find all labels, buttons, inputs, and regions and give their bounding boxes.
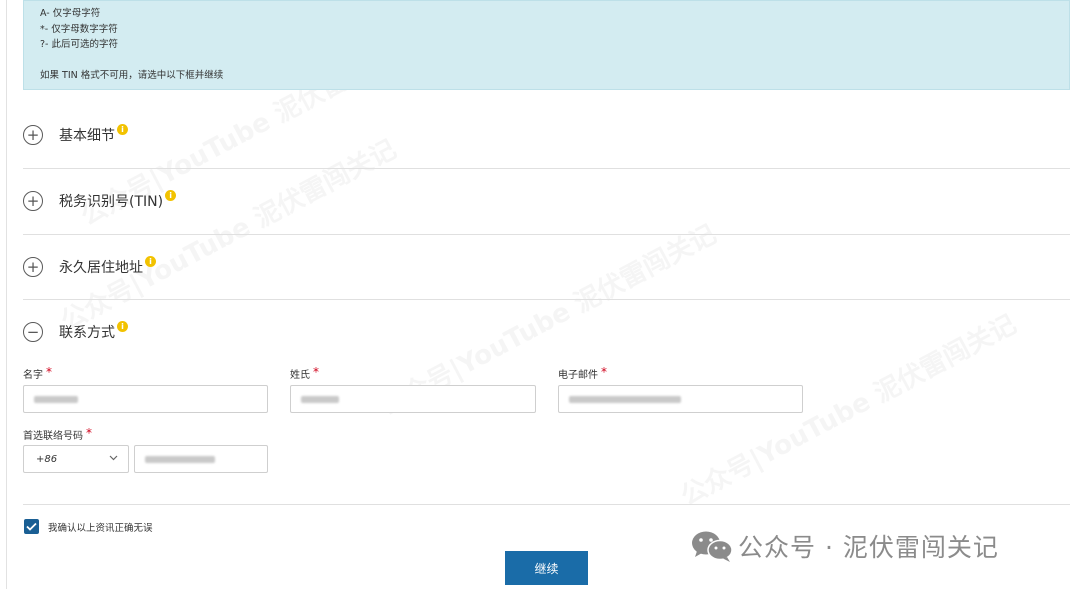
info-line-optional: ?- 此后可选的字符 [40,39,118,50]
email-label: 电子邮件 * [558,365,607,381]
section-tin: + 税务识别号(TIN) i [23,183,1070,219]
first-name-label: 名字 * [23,365,52,381]
email-label-text: 电子邮件 [558,370,598,381]
phone-input[interactable] [134,445,268,473]
section-divider [23,168,1070,169]
section-divider [23,299,1070,300]
phone-label: 首选联络号码 * [23,426,92,442]
section-permanent-address: + 永久居住地址 i [23,249,1070,285]
section-title[interactable]: 税务识别号(TIN) [59,191,163,211]
last-name-input[interactable] [290,385,536,413]
country-code-select[interactable]: +86 [23,445,129,473]
country-code-value: +86 [36,453,58,465]
last-name-label: 姓氏 * [290,365,319,381]
wechat-watermark: 公众号 · 泥伏雷闯关记 [690,528,999,564]
minus-circle-icon[interactable]: − [23,322,43,342]
info-icon[interactable]: i [117,123,128,135]
redacted-value [34,395,78,403]
first-name-label-text: 名字 [23,370,43,381]
left-border [6,0,7,589]
section-basic-details: + 基本细节 i [23,117,1070,153]
redacted-value [145,455,215,463]
redacted-value [569,395,681,403]
first-name-input[interactable] [23,385,268,413]
watermark-text: 公众号 · 泥伏雷闯关记 [738,533,999,562]
plus-circle-icon[interactable]: + [23,191,43,211]
required-mark: * [601,365,607,379]
section-divider [23,234,1070,235]
continue-button[interactable]: 继续 [505,551,588,585]
section-contact: − 联系方式 i [23,314,1070,350]
confirm-label[interactable]: 我确认以上资讯正确无误 [48,520,153,534]
last-name-label-text: 姓氏 [290,370,310,381]
form-divider [23,504,1070,505]
chevron-down-icon [109,454,118,464]
section-title[interactable]: 联系方式 [59,322,115,342]
required-mark: * [313,365,319,379]
info-icon[interactable]: i [165,189,177,201]
info-note: 如果 TIN 格式不可用，请选中以下框并继续 [40,69,224,81]
plus-circle-icon[interactable]: + [23,125,43,145]
plus-circle-icon[interactable]: + [23,257,43,277]
phone-label-text: 首选联络号码 [23,431,83,442]
info-line-alpha: A- 仅字母字符 [40,8,101,19]
redacted-value [301,395,339,403]
info-icon[interactable]: i [145,255,156,267]
info-line-alnum: *- 仅字母数字字符 [40,23,118,35]
confirm-checkbox[interactable] [24,519,39,534]
section-title[interactable]: 永久居住地址 [59,257,143,277]
info-icon[interactable]: i [117,320,128,332]
wechat-icon [692,531,733,562]
checkmark-icon [26,522,37,531]
required-mark: * [46,365,52,379]
tin-format-info-box: A- 仅字母字符 *- 仅字母数字字符 ?- 此后可选的字符 如果 TIN 格式… [23,0,1070,90]
section-title[interactable]: 基本细节 [59,125,115,145]
email-input[interactable] [558,385,803,413]
required-mark: * [86,426,92,440]
